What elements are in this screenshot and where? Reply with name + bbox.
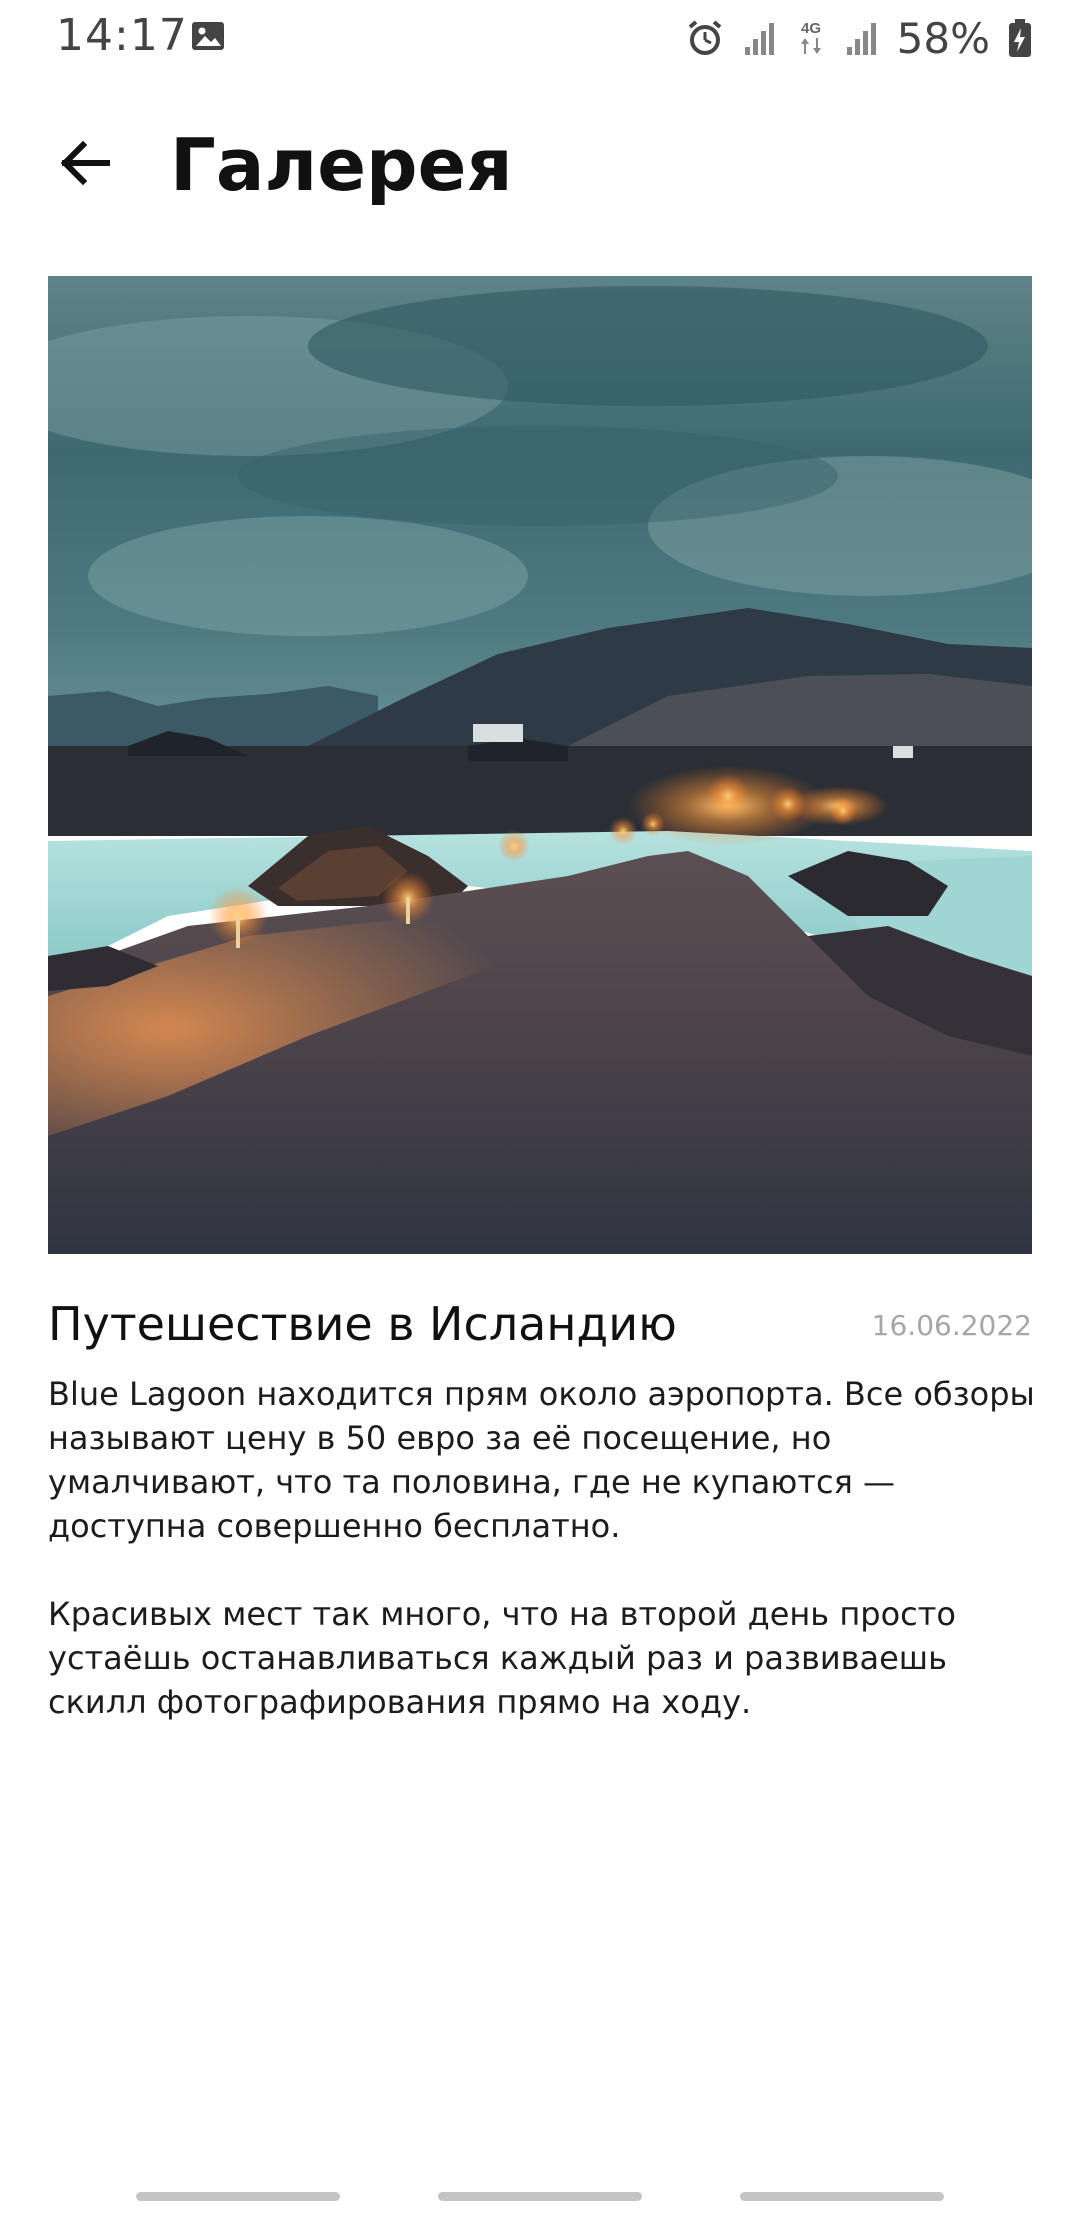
status-indicators: 4G 58%: [685, 10, 1032, 66]
status-bar: 14:17 4G 58%: [0, 0, 1080, 72]
nav-home[interactable]: [438, 2192, 642, 2201]
article-body: Blue Lagoon находится прям около аэропор…: [48, 1372, 1038, 1768]
article-date: 16.06.2022: [871, 1309, 1032, 1342]
gallery-icon: [190, 18, 226, 54]
article-header: Путешествие в Исландию 16.06.2022: [48, 1292, 1032, 1356]
article-paragraph: Blue Lagoon находится прям около аэропор…: [48, 1375, 1035, 1545]
nav-back[interactable]: [740, 2192, 944, 2201]
battery-charging-icon: [1008, 18, 1032, 58]
alarm-icon: [685, 18, 725, 58]
signal-icon: [845, 19, 879, 57]
page-title: Галерея: [170, 123, 513, 207]
app-bar: Галерея: [0, 100, 1080, 230]
arrow-left-icon: [55, 133, 115, 197]
battery-percent: 58%: [896, 13, 990, 63]
article-photo[interactable]: [48, 276, 1032, 1254]
svg-text:4G: 4G: [801, 20, 821, 37]
article-paragraph: Красивых мест так много, что на второй д…: [48, 1595, 956, 1721]
nav-recent-apps[interactable]: [136, 2192, 340, 2201]
article-title: Путешествие в Исландию: [48, 1297, 677, 1351]
signal-icon: [743, 19, 777, 57]
status-time: 14:17: [56, 10, 188, 61]
back-button[interactable]: [40, 120, 130, 210]
4g-icon: 4G: [795, 18, 827, 58]
